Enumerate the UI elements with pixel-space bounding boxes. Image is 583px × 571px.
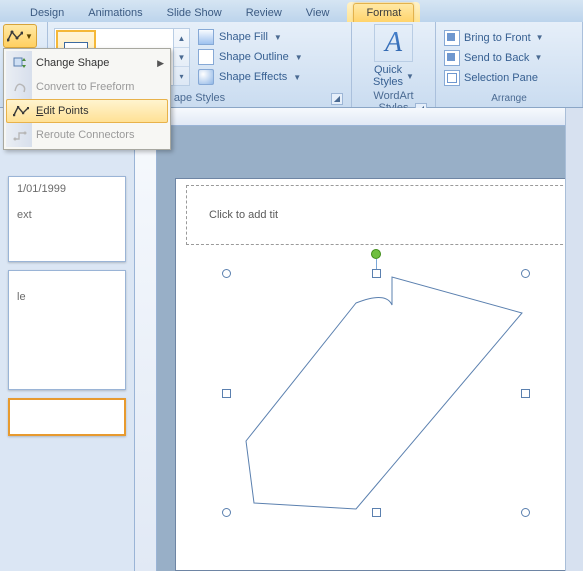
thumb-text: ext (17, 209, 117, 221)
menu-edit-points[interactable]: Edit Points (6, 99, 168, 123)
pencil-outline-icon (198, 49, 214, 65)
resize-handle-nw[interactable] (222, 269, 231, 278)
edit-points-icon (12, 102, 30, 120)
tab-view[interactable]: View (294, 4, 342, 22)
quick-styles-label: Quick Styles (373, 64, 403, 88)
freeform-shape[interactable] (226, 273, 526, 513)
convert-freeform-icon (11, 78, 29, 96)
tab-format-contextual: Format (347, 2, 420, 22)
shape-effects-button[interactable]: Shape Effects ▼ (194, 68, 307, 86)
chevron-down-icon[interactable]: ▼ (293, 73, 301, 82)
rotation-handle[interactable] (371, 249, 381, 259)
chevron-down-icon: ▼ (25, 32, 33, 41)
selection-pane-icon (444, 70, 460, 86)
gallery-down[interactable]: ▼ (174, 48, 189, 67)
edit-shape-menu: Change Shape ▶ Convert to Freeform Edit … (3, 48, 171, 150)
selection-pane-button[interactable]: Selection Pane (442, 69, 546, 87)
menu-change-shape-label: Change Shape (36, 57, 109, 69)
paint-bucket-icon (198, 29, 214, 45)
dialog-launcher-icon[interactable]: ◢ (331, 93, 343, 105)
selected-shape[interactable] (226, 273, 526, 513)
send-back-label: Send to Back (464, 52, 529, 64)
menu-change-shape[interactable]: Change Shape ▶ (6, 51, 168, 75)
gallery-scroll: ▲ ▼ ▾ (174, 28, 190, 86)
quick-styles-button[interactable]: A Quick Styles▼ (373, 24, 414, 88)
chevron-down-icon[interactable]: ▼ (274, 33, 282, 42)
chevron-down-icon[interactable]: ▼ (536, 33, 544, 42)
change-shape-icon (11, 54, 29, 72)
vertical-scrollbar[interactable] (565, 108, 583, 571)
group-arrange: Bring to Front ▼ Send to Back ▼ Selectio… (436, 22, 583, 107)
resize-handle-n[interactable] (372, 269, 381, 278)
shape-effects-label: Shape Effects (219, 71, 287, 83)
submenu-arrow-icon: ▶ (157, 58, 164, 69)
menu-convert-freeform-label: Convert to Freeform (36, 81, 134, 93)
send-to-back-button[interactable]: Send to Back ▼ (442, 49, 546, 67)
edit-shape-button[interactable]: ▼ (3, 24, 37, 48)
tab-review[interactable]: Review (234, 4, 294, 22)
edit-shape-icon (7, 30, 23, 42)
menu-reroute-connectors: Reroute Connectors (6, 123, 168, 147)
group-label-arrange: Arrange (442, 91, 576, 107)
reroute-icon (11, 126, 29, 144)
thumb-text: 1/01/1999 (17, 183, 117, 195)
resize-handle-s[interactable] (372, 508, 381, 517)
shape-format-list: Shape Fill ▼ Shape Outline ▼ Shape Effec… (194, 28, 307, 86)
bring-front-label: Bring to Front (464, 32, 531, 44)
resize-handle-sw[interactable] (222, 508, 231, 517)
slide-thumbnail[interactable]: le (8, 270, 126, 390)
slide-thumbnail-pane[interactable]: 1/01/1999 ext le (0, 108, 135, 571)
tab-design[interactable]: Design (18, 4, 76, 22)
ruler-horizontal[interactable] (157, 108, 583, 126)
tab-animations[interactable]: Animations (76, 4, 154, 22)
group-wordart-styles: A Quick Styles▼ WordArt Styles ◢ (352, 22, 436, 107)
chevron-down-icon[interactable]: ▼ (295, 53, 303, 62)
tab-format[interactable]: Format (353, 3, 414, 22)
slide-thumbnail[interactable]: 1/01/1999 ext (8, 176, 126, 262)
gallery-more[interactable]: ▾ (174, 67, 189, 85)
menu-reroute-label: Reroute Connectors (36, 129, 134, 141)
effects-icon (198, 69, 214, 85)
chevron-down-icon[interactable]: ▼ (534, 53, 542, 62)
menu-convert-freeform: Convert to Freeform (6, 75, 168, 99)
resize-handle-w[interactable] (222, 389, 231, 398)
shape-outline-label: Shape Outline (219, 51, 289, 63)
bring-front-icon (444, 30, 460, 46)
ruler-vertical[interactable] (135, 126, 157, 571)
slide-canvas[interactable]: Click to add tit (175, 178, 583, 571)
slide-editor: Click to add tit (135, 108, 583, 571)
ribbon-tabstrip: Design Animations Slide Show Review View… (0, 0, 583, 22)
chevron-down-icon[interactable]: ▼ (406, 72, 414, 81)
thumb-text: le (17, 291, 117, 303)
shape-fill-button[interactable]: Shape Fill ▼ (194, 28, 307, 46)
workspace: 1/01/1999 ext le Click to add tit (0, 108, 583, 571)
tab-slideshow[interactable]: Slide Show (155, 4, 234, 22)
bring-to-front-button[interactable]: Bring to Front ▼ (442, 29, 546, 47)
resize-handle-e[interactable] (521, 389, 530, 398)
menu-edit-points-label: Edit Points (36, 105, 89, 117)
send-back-icon (444, 50, 460, 66)
shape-outline-button[interactable]: Shape Outline ▼ (194, 48, 307, 66)
resize-handle-se[interactable] (521, 508, 530, 517)
selection-pane-label: Selection Pane (464, 72, 538, 84)
gallery-up[interactable]: ▲ (174, 29, 189, 48)
slide-thumbnail[interactable] (8, 398, 126, 436)
title-placeholder[interactable]: Click to add tit (186, 185, 583, 245)
resize-handle-ne[interactable] (521, 269, 530, 278)
shape-fill-label: Shape Fill (219, 31, 268, 43)
wordart-preview-icon: A (374, 24, 413, 62)
title-placeholder-text: Click to add tit (209, 209, 278, 221)
